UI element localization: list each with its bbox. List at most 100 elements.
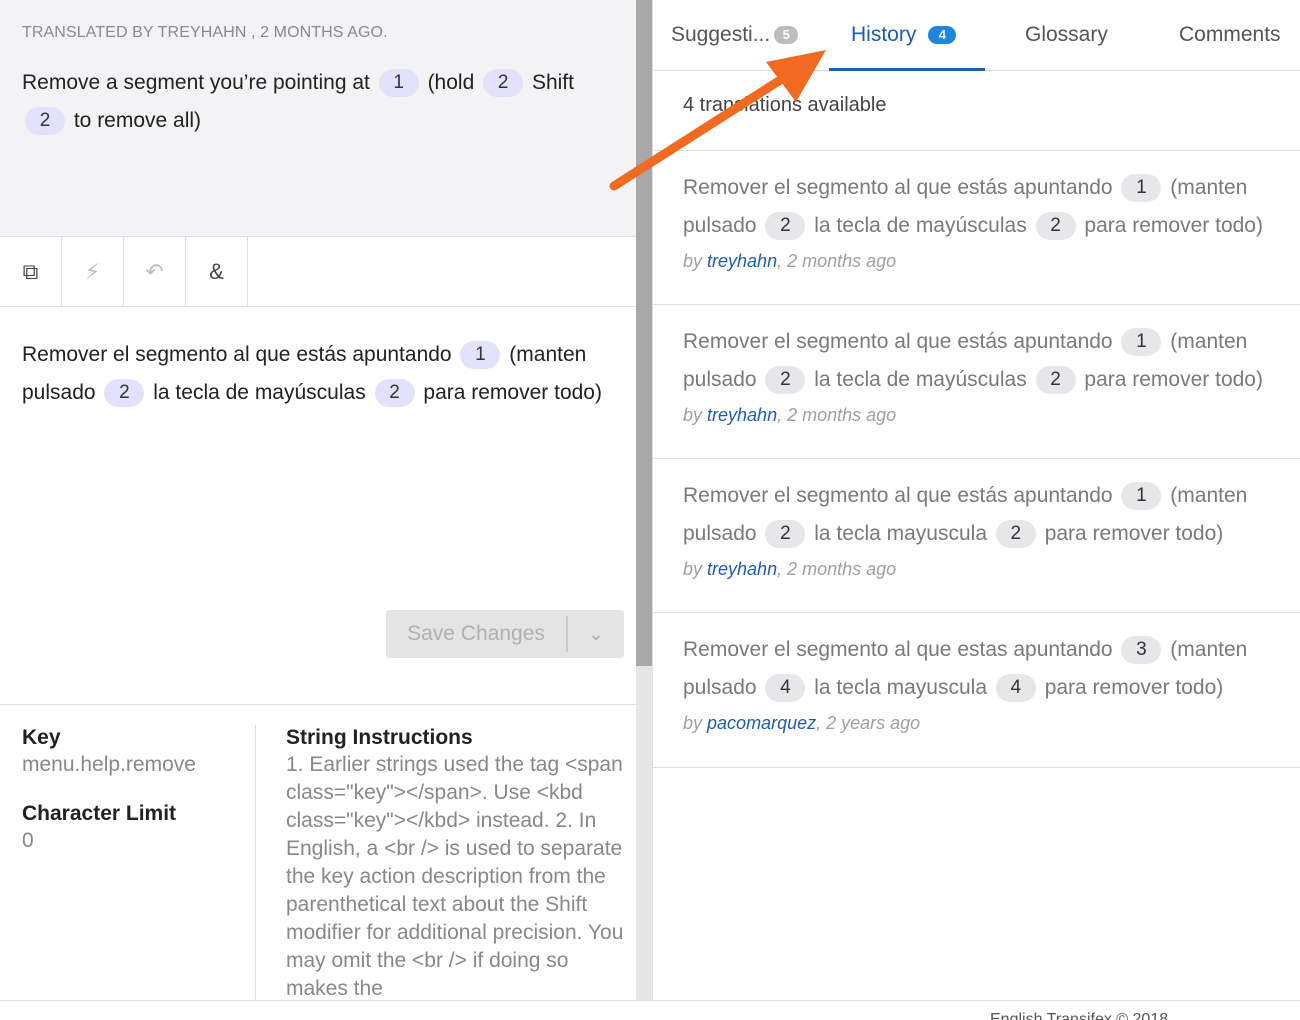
key-label: Key [22,726,61,749]
placeholder-tag: 2 [1035,212,1076,240]
copy-source-button[interactable]: ⧉ [0,237,62,306]
author-link[interactable]: pacomarquez [707,713,816,733]
string-details: Key menu.help.remove Character Limit 0 S… [0,704,636,1000]
string-key-info: Key menu.help.remove Character Limit 0 [22,725,254,877]
placeholder-tag: 2 [765,366,806,394]
source-text-part: Remove a segment you’re pointing at [22,71,370,94]
instructions-text: 1. Earlier strings used the tag <span cl… [286,753,624,1000]
tab-label: Comments [1179,23,1281,46]
translations-available-count: 4 translations available [683,94,887,116]
history-translation: Remover el segmento al que estas apuntan… [683,631,1281,707]
save-button-group: Save Changes ⌄ [386,610,624,658]
placeholder-tag: 2 [1035,366,1076,394]
footer-text: English Transifex © 2018 [990,1011,1169,1020]
tab-comments[interactable]: Comments [1179,0,1281,70]
tab-glossary[interactable]: Glossary [1025,0,1108,70]
editor-scrollbar-thumb[interactable] [636,0,652,666]
placeholder-tag: 1 [1121,174,1162,202]
placeholder-tag[interactable]: 1 [460,341,501,369]
character-limit-label: Character Limit [22,802,177,825]
placeholder-tag[interactable]: 2 [104,379,145,407]
lightning-icon: ⚡ [84,258,101,284]
source-string-block: TRANSLATED BY TREYHAHN , 2 MONTHS AGO. R… [0,0,636,237]
tab-label: History [851,23,917,46]
history-text-part: la tecla de mayúsculas [814,214,1027,237]
instructions-label: String Instructions [286,726,473,749]
history-author-meta: by treyhahn, 2 months ago [683,405,1281,426]
placeholder-tag: 4 [765,674,806,702]
history-text-part: la tecla de mayúsculas [814,368,1027,391]
placeholder-tag: 2 [765,212,806,240]
sidebar-panel: Suggesti... 5 History 4 Glossary Comment… [652,0,1300,1000]
placeholder-tag: 4 [995,674,1036,702]
history-time: , 2 months ago [777,405,897,425]
history-translation: Remover el segmento al que estás apuntan… [683,323,1281,399]
source-string: Remove a segment you’re pointing at 1 (h… [22,64,622,140]
author-link[interactable]: treyhahn [707,559,777,579]
history-translation: Remover el segmento al que estás apuntan… [683,477,1281,553]
history-item[interactable]: Remover el segmento al que estás apuntan… [653,304,1300,458]
by-label: by [683,251,703,271]
history-translation: Remover el segmento al que estás apuntan… [683,169,1281,245]
undo-button[interactable]: ↶ [124,237,186,306]
placeholder-tag: 3 [1121,636,1162,664]
history-author-meta: by treyhahn, 2 months ago [683,251,1281,272]
translation-text-part: para remover todo) [423,381,602,404]
translation-text-part: Remover el segmento al que estás apuntan… [22,343,452,366]
by-label: by [683,559,703,579]
by-label: by [683,713,703,733]
author-link[interactable]: treyhahn [707,251,777,271]
history-text-part: para remover todo) [1084,214,1263,237]
editor-pane: TRANSLATED BY TREYHAHN , 2 MONTHS AGO. R… [0,0,636,1000]
sidebar-tabs: Suggesti... 5 History 4 Glossary Comment… [653,0,1300,71]
history-text-part: para remover todo) [1044,676,1224,699]
history-text-part: la tecla mayuscula [814,522,987,545]
special-characters-button[interactable]: & [186,237,248,306]
save-changes-button[interactable]: Save Changes [386,610,566,658]
placeholder-tag: 2 [765,520,806,548]
suggestions-count-badge: 5 [774,26,799,44]
translation-editor[interactable]: Remover el segmento al que estás apuntan… [22,336,628,412]
character-limit-value: 0 [22,829,34,852]
tab-history[interactable]: History 4 [829,0,985,71]
placeholder-tag: 1 [1121,482,1162,510]
copy-source-icon: ⧉ [22,258,39,284]
placeholder-tag[interactable]: 1 [378,69,419,97]
history-time: , 2 years ago [816,713,921,733]
history-text-part: Remover el segmento al que estas apuntan… [683,638,1113,661]
placeholder-tag[interactable]: 2 [25,107,65,135]
save-options-dropdown[interactable]: ⌄ [568,610,624,658]
tab-label: Glossary [1025,23,1108,46]
history-time: , 2 months ago [777,251,897,271]
undo-icon: ↶ [145,258,164,284]
history-item[interactable]: Remover el segmento al que estas apuntan… [653,612,1300,768]
history-text-part: para remover todo) [1084,368,1263,391]
source-text-part: Shift [531,71,574,94]
details-divider [255,725,256,1000]
history-item[interactable]: Remover el segmento al que estás apuntan… [653,150,1300,304]
tab-suggestions[interactable]: Suggesti... 5 [671,0,799,70]
history-count-badge: 4 [928,26,957,44]
history-author-meta: by treyhahn, 2 months ago [683,559,1281,580]
history-list: Remover el segmento al que estás apuntan… [653,150,1300,768]
placeholder-tag: 1 [1121,328,1162,356]
ampersand-icon: & [209,258,224,284]
by-label: by [683,405,703,425]
chevron-down-icon: ⌄ [588,623,604,645]
history-text-part: Remover el segmento al que estás apuntan… [683,484,1113,507]
tab-label: Suggesti... [671,23,771,46]
placeholder-tag[interactable]: 2 [374,379,415,407]
auto-translate-button[interactable]: ⚡ [62,237,124,306]
key-value: menu.help.remove [22,753,196,776]
author-link[interactable]: treyhahn [707,405,777,425]
string-instructions: String Instructions 1. Earlier strings u… [286,725,626,1000]
editor-toolbar: ⧉ ⚡ ↶ & [0,237,636,307]
translation-text-part: la tecla de mayúsculas [153,381,366,404]
placeholder-tag[interactable]: 2 [483,69,524,97]
history-item[interactable]: Remover el segmento al que estás apuntan… [653,458,1300,612]
history-time: , 2 months ago [777,559,897,579]
history-text-part: Remover el segmento al que estás apuntan… [683,330,1113,353]
page-footer: English Transifex © 2018 [0,1000,1300,1020]
history-text-part: para remover todo) [1044,522,1224,545]
history-author-meta: by pacomarquez, 2 years ago [683,713,1281,734]
